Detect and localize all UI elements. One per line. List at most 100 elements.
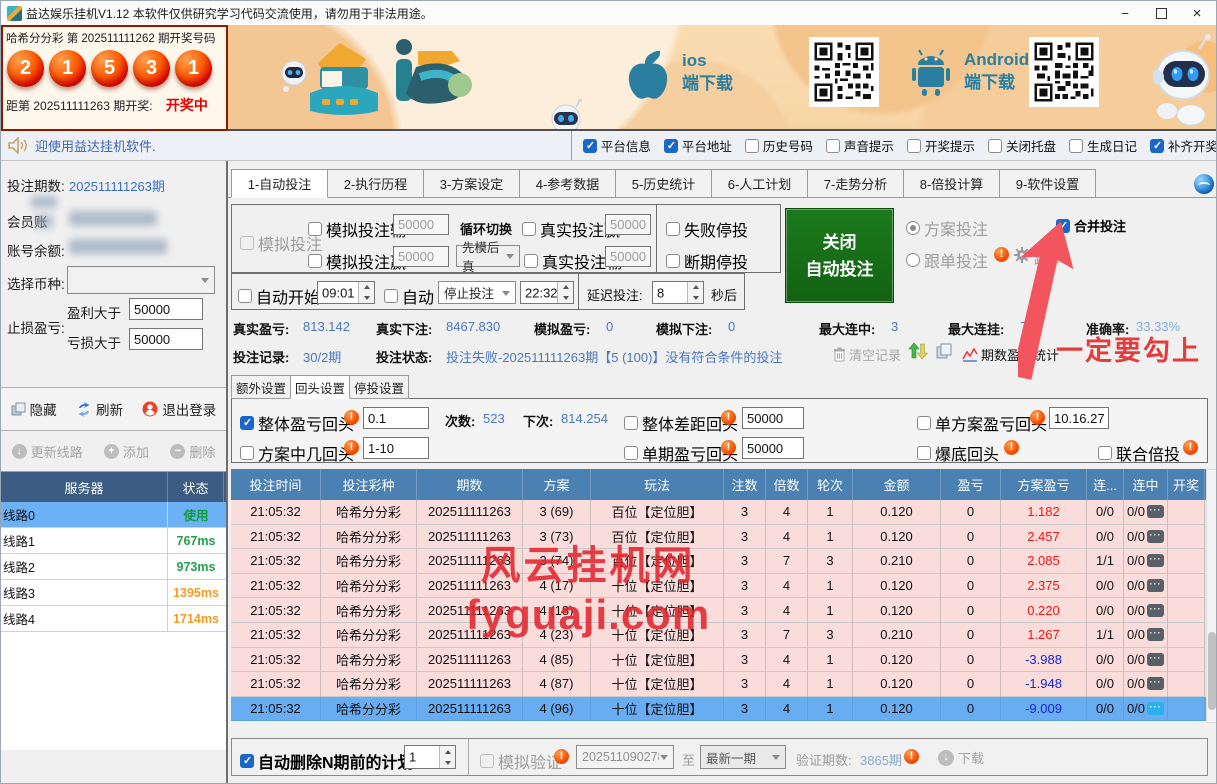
more-icon[interactable]: ··· (1147, 628, 1164, 641)
top-option-checkbox[interactable]: 声音提示 (826, 136, 894, 155)
plan-bet-radio[interactable]: 方案投注 (906, 216, 988, 240)
close-button[interactable]: × (1180, 1, 1214, 25)
table-row[interactable]: 21:05:32 哈希分分彩 202511111263 4 (18) 十位【定位… (231, 598, 1206, 623)
close-auto-bet-button[interactable]: 关闭 自动投注 (785, 208, 894, 303)
spin-up[interactable] (688, 282, 703, 293)
tab[interactable]: 3-方案设定 (423, 169, 520, 198)
tab[interactable]: 5-历史统计 (615, 169, 712, 198)
sim-win-checkbox[interactable]: 模拟投注赢 (308, 249, 406, 273)
tab[interactable]: 1-自动投注 (231, 169, 328, 198)
spin-down[interactable] (359, 293, 374, 304)
warning-icon[interactable] (554, 749, 569, 764)
spin-up[interactable] (440, 746, 455, 757)
spin-down[interactable] (688, 293, 703, 304)
overall-pl-turnback-input[interactable] (363, 407, 429, 429)
single-pl-turnback-input[interactable] (742, 437, 804, 459)
start-time-spinner[interactable]: 09:01 (317, 281, 375, 304)
tab[interactable]: 7-走势分析 (807, 169, 904, 198)
sim-win-input[interactable] (393, 246, 449, 267)
table-row[interactable]: 21:05:32 哈希分分彩 202511111263 4 (17) 十位【定位… (231, 574, 1206, 599)
table-scrollbar[interactable] (1206, 469, 1217, 723)
minimize-button[interactable]: − (1108, 1, 1142, 25)
top-option-checkbox[interactable]: 历史号码 (745, 136, 813, 155)
more-icon[interactable]: ··· (1147, 554, 1164, 567)
more-icon[interactable]: ··· (1147, 505, 1164, 518)
add-line-button[interactable]: + 添加 (104, 442, 149, 461)
follow-bet-radio[interactable]: 跟单投注 (906, 248, 988, 272)
bet-table-col-header[interactable]: 轮次 (808, 469, 853, 500)
sim-lose-input[interactable] (393, 214, 449, 235)
bet-table-col-header[interactable]: 期数 (417, 469, 523, 500)
gear-icon[interactable] (1014, 247, 1030, 263)
help-globe-icon[interactable] (1194, 174, 1214, 194)
update-lines-button[interactable]: ↓ 更新线路 (12, 442, 83, 461)
more-icon[interactable]: ··· (1147, 579, 1164, 592)
overall-gap-turnback-input[interactable] (742, 407, 804, 429)
download-button[interactable]: ↓ 下载 (938, 748, 984, 767)
stop-time-spinner[interactable]: 22:32 (520, 281, 574, 304)
hide-button[interactable]: 隐藏 (11, 399, 57, 419)
bet-table-col-header[interactable]: 开奖 (1168, 469, 1205, 500)
sim-verify-checkbox[interactable]: 模拟验证 (480, 749, 562, 773)
table-row[interactable]: 21:05:32 哈希分分彩 202511111263 4 (96) 十位【定位… (231, 697, 1206, 722)
warning-icon[interactable] (1030, 410, 1045, 425)
real-lose-input[interactable] (605, 246, 651, 267)
bet-table-col-header[interactable]: 盈亏 (941, 469, 1001, 500)
settings-subtab[interactable]: 回头设置 (290, 375, 350, 399)
plan-hit-turnback-checkbox[interactable]: 方案中几回头 (240, 441, 354, 465)
bet-table-col-header[interactable]: 方案盈亏 (1001, 469, 1087, 500)
bet-table-col-header[interactable]: 连中 (1124, 469, 1168, 500)
gap-stop-checkbox[interactable]: 断期停投 (666, 249, 748, 273)
auto-delete-spinner[interactable]: 1 (404, 745, 456, 769)
warning-icon[interactable] (994, 247, 1009, 262)
delete-line-button[interactable]: − 删除 (170, 442, 215, 461)
top-option-checkbox[interactable]: 关闭托盘 (988, 136, 1056, 155)
single-plan-pl-turnback-checkbox[interactable]: 单方案盈亏回头 (917, 411, 1047, 435)
delay-spinner[interactable]: 8 (652, 281, 704, 304)
table-row[interactable]: 21:05:32 哈希分分彩 202511111263 3 (73) 百位【定位… (231, 525, 1206, 550)
top-option-checkbox[interactable]: 平台地址 (664, 136, 732, 155)
table-row[interactable]: 21:05:32 哈希分分彩 202511111263 4 (23) 十位【定位… (231, 623, 1206, 648)
tab[interactable]: 9-软件设置 (999, 169, 1096, 198)
server-row[interactable]: 线路4 1714ms (1, 606, 226, 632)
spin-up[interactable] (359, 282, 374, 293)
currency-select[interactable] (67, 266, 215, 294)
loss-threshold-input[interactable] (129, 328, 203, 350)
bet-table-col-header[interactable]: 投注彩种 (321, 469, 417, 500)
profit-threshold-input[interactable] (129, 298, 203, 320)
bet-table-col-header[interactable]: 投注时间 (231, 469, 321, 500)
overall-pl-turnback-checkbox[interactable]: 整体盈亏回头 (240, 411, 354, 435)
verify-to-select[interactable]: 最新一期 (700, 745, 786, 769)
spin-down[interactable] (558, 293, 573, 304)
tab[interactable]: 2-执行历程 (327, 169, 424, 198)
ios-download-group[interactable]: ios 端下载 (626, 47, 733, 99)
copy-icon[interactable] (936, 343, 953, 359)
spin-down[interactable] (440, 757, 455, 768)
merge-bet-checkbox[interactable]: 合并投注 (1056, 216, 1126, 235)
bet-table-col-header[interactable]: 金额 (853, 469, 941, 500)
bet-table-col-header[interactable]: 玩法 (591, 469, 724, 500)
single-plan-pl-turnback-input[interactable] (1049, 407, 1109, 429)
warning-icon[interactable] (721, 440, 736, 455)
fail-stop-checkbox[interactable]: 失败停投 (666, 217, 748, 241)
more-icon[interactable]: ··· (1147, 702, 1164, 715)
logout-button[interactable]: 退出登录 (142, 399, 216, 419)
bottom-back-checkbox[interactable]: 爆底回头 (917, 441, 999, 465)
auto-checkbox[interactable]: 自动 (384, 284, 434, 308)
bet-table-col-header[interactable]: 注数 (724, 469, 766, 500)
server-row[interactable]: 线路2 973ms (1, 554, 226, 580)
auto-start-checkbox[interactable]: 自动开始 (238, 284, 320, 308)
table-row[interactable]: 21:05:32 哈希分分彩 202511111263 3 (74) 百位【定位… (231, 549, 1206, 574)
sim-lose-checkbox[interactable]: 模拟投注输 (308, 217, 406, 241)
table-row[interactable]: 21:05:32 哈希分分彩 202511111263 3 (69) 百位【定位… (231, 500, 1206, 525)
warning-icon[interactable] (1183, 440, 1198, 455)
warning-icon[interactable] (344, 440, 359, 455)
joint-bet-checkbox[interactable]: 联合倍投 (1098, 441, 1180, 465)
settings-subtab[interactable]: 额外设置 (231, 375, 291, 399)
maximize-button[interactable] (1144, 1, 1178, 25)
period-pl-stats-button[interactable]: 期数盈亏统计 (962, 345, 1059, 364)
android-download-group[interactable]: Android 端下载 (910, 47, 1029, 97)
spin-up[interactable] (558, 282, 573, 293)
real-win-input[interactable] (605, 214, 651, 235)
table-row[interactable]: 21:05:32 哈希分分彩 202511111263 4 (87) 十位【定位… (231, 672, 1206, 697)
